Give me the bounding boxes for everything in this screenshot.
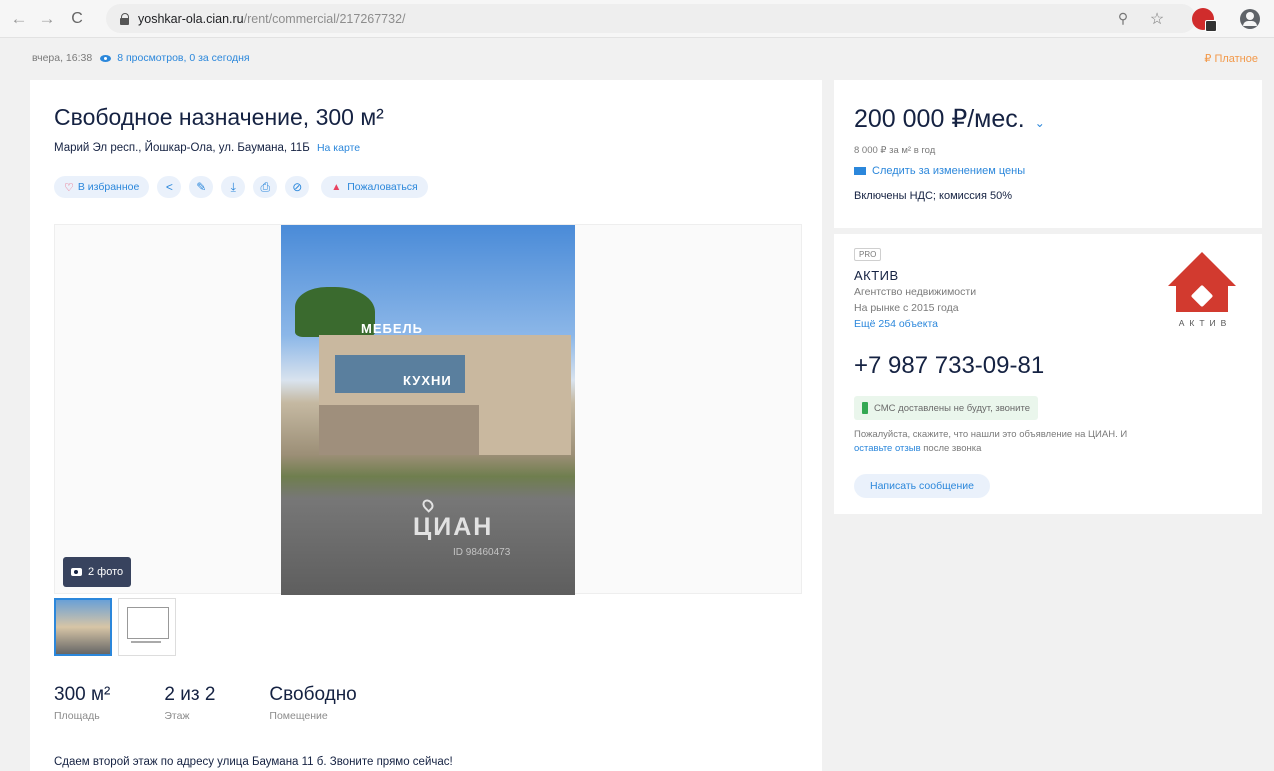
watermark-id: ID 98460473 <box>453 547 511 558</box>
account-icon[interactable] <box>1240 8 1260 29</box>
reload-icon[interactable]: C <box>66 8 88 30</box>
print-icon[interactable]: ⎙ <box>253 176 278 198</box>
photo-count-badge[interactable]: 2 фото <box>63 557 132 587</box>
chevron-down-icon[interactable]: ⌄ <box>1035 116 1045 130</box>
agent-logo[interactable]: АКТИВ <box>1162 252 1248 342</box>
main-photo[interactable]: МЕБЕЛЬ КУХНИ ЦИАН ID 98460473 <box>281 225 575 595</box>
warning-icon: ▲ <box>331 181 342 193</box>
phone-icon <box>862 402 868 414</box>
review-link[interactable]: оставьте отзыв <box>854 443 921 454</box>
stat-floor: 2 из 2 Этаж <box>164 684 215 722</box>
agent-since: На рынке с 2015 года <box>854 302 959 314</box>
extension-icon[interactable] <box>1192 7 1217 32</box>
agent-phone[interactable]: +7 987 733-09-81 <box>854 352 1044 380</box>
listing-date: вчера, 16:38 <box>32 52 93 64</box>
address-bar[interactable]: yoshkar-ola.cian.ru/rent/commercial/2172… <box>106 4 1196 33</box>
watch-price-link[interactable]: Следить за изменением цены <box>854 165 1025 177</box>
agent-card: PRO АКТИВ Агентство недвижимости На рынк… <box>834 234 1262 514</box>
review-text-body: Пожалуйста, скажите, что нашли это объяв… <box>854 429 1128 440</box>
eye-icon <box>100 54 112 62</box>
views-link[interactable]: 8 просмотров, 0 за сегодня <box>117 52 249 64</box>
url-path: /rent/commercial/217267732/ <box>243 11 406 26</box>
camera-icon <box>71 568 82 576</box>
listing-actions: ♡ В избранное < ✎ ⤓ ⎙ ⊘ ▲ Пожаловаться <box>54 176 436 198</box>
stat-premises: Свободно Помещение <box>269 684 356 722</box>
stat-label: Площадь <box>54 710 100 722</box>
thumbnail-floorplan[interactable] <box>118 598 176 656</box>
thumbnail-photo-1[interactable] <box>54 598 112 656</box>
price: 200 000 ₽/мес. ⌄ <box>854 104 1045 134</box>
mail-icon <box>854 167 866 175</box>
agent-type: Агентство недвижимости <box>854 286 977 298</box>
forward-arrow-icon[interactable]: → <box>36 8 58 30</box>
hide-icon[interactable]: ⊘ <box>285 176 310 198</box>
stat-area: 300 м² Площадь <box>54 684 110 722</box>
zoom-icon[interactable]: ⚲ <box>1112 8 1134 30</box>
browser-toolbar: ← → C yoshkar-ola.cian.ru/rent/commercia… <box>0 0 1274 38</box>
download-icon[interactable]: ⤓ <box>221 176 246 198</box>
logo-roof <box>1168 252 1236 286</box>
watermark: ЦИАН <box>413 513 494 541</box>
watch-price-label: Следить за изменением цены <box>872 165 1026 177</box>
review-text: Пожалуйста, скажите, что нашли это объяв… <box>854 428 1154 456</box>
listing-stats: 300 м² Площадь 2 из 2 Этаж Свободно Поме… <box>54 684 411 722</box>
listing-meta: вчера, 16:38 8 просмотров, 0 за сегодня <box>32 52 250 64</box>
photo-sign-text-2: КУХНИ <box>403 373 452 388</box>
cian-pin-icon <box>420 497 436 513</box>
logo-body <box>1176 282 1228 312</box>
heart-icon: ♡ <box>64 181 74 194</box>
write-message-button[interactable]: Написать сообщение <box>854 474 990 498</box>
stat-value: 300 м² <box>54 684 111 705</box>
favorite-label: В избранное <box>77 181 140 193</box>
price-per-m2: 8 000 ₽ за м² в год <box>854 145 936 156</box>
stat-value: 2 из 2 <box>164 684 216 705</box>
stat-label: Этаж <box>164 710 190 722</box>
photo-thumbnails <box>54 598 182 656</box>
logo-text: АКТИВ <box>1178 318 1232 328</box>
listing-description: Сдаем второй этаж по адресу улица Бауман… <box>54 756 453 768</box>
photo-sign-text: МЕБЕЛЬ <box>361 321 423 336</box>
sms-note-text: СМС доставлены не будут, звоните <box>874 402 1031 414</box>
photo-gallery[interactable]: МЕБЕЛЬ КУХНИ ЦИАН ID 98460473 2 фото <box>54 224 802 595</box>
photo-building <box>319 335 571 455</box>
photo-count-label: 2 фото <box>88 566 124 578</box>
listing-card: Свободное назначение, 300 м² Марий Эл ре… <box>30 80 822 771</box>
stat-value: Свободно <box>269 684 357 705</box>
agent-more-link[interactable]: Ещё 254 объекта <box>854 318 938 330</box>
back-arrow-icon[interactable]: ← <box>8 8 30 30</box>
agent-name[interactable]: АКТИВ <box>854 268 899 283</box>
lock-icon <box>120 12 130 25</box>
edit-icon[interactable]: ✎ <box>189 176 214 198</box>
price-value: 200 000 ₽/мес. <box>854 105 1025 133</box>
review-text-tail: после звонка <box>923 443 982 454</box>
share-icon[interactable]: < <box>157 176 182 198</box>
listing-address: Марий Эл респ., Йошкар-Ола, ул. Баумана,… <box>54 142 360 154</box>
pro-badge: PRO <box>854 248 882 261</box>
listing-title: Свободное назначение, 300 м² <box>54 104 384 130</box>
complain-button[interactable]: ▲ Пожаловаться <box>321 176 428 198</box>
url-host: yoshkar-ola.cian.ru <box>138 11 244 26</box>
address-text: Марий Эл респ., Йошкар-Ола, ул. Баумана,… <box>54 142 310 154</box>
price-card: 200 000 ₽/мес. ⌄ 8 000 ₽ за м² в год След… <box>834 80 1262 228</box>
sms-note: СМС доставлены не будут, звоните <box>854 396 1039 420</box>
stat-label: Помещение <box>269 710 328 722</box>
complain-label: Пожаловаться <box>347 181 418 193</box>
map-link[interactable]: На карте <box>317 142 360 154</box>
bookmark-star-icon[interactable]: ☆ <box>1146 8 1168 30</box>
favorite-button[interactable]: ♡ В избранное <box>54 176 150 198</box>
price-included: Включены НДС; комиссия 50% <box>854 190 1012 202</box>
paid-link[interactable]: ₽ Платное <box>1204 52 1258 65</box>
